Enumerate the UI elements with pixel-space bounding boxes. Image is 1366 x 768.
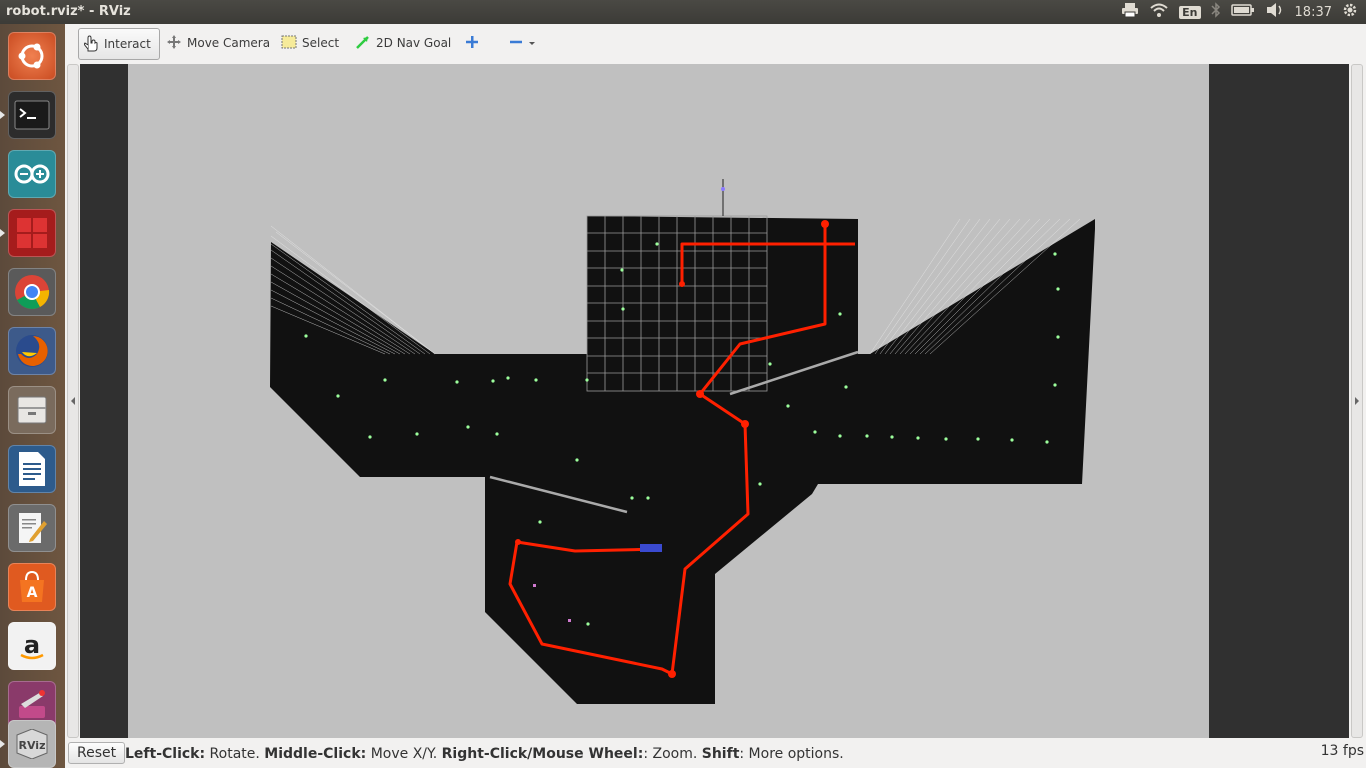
hint-left-value: Rotate. <box>205 746 265 762</box>
hint-right-value: : Zoom. <box>643 746 702 762</box>
chevron-down-icon <box>528 36 536 50</box>
hint-shift-value: : More options. <box>739 746 844 762</box>
rviz-window: Interact Move Camera Select 2D Nav Goal <box>65 24 1366 768</box>
chrome-icon[interactable] <box>8 268 56 316</box>
firefox-icon[interactable] <box>8 327 56 375</box>
hint-middle-key: Middle-Click: <box>264 746 367 762</box>
move-camera-label: Move Camera <box>187 36 271 50</box>
hand-pointer-icon <box>83 34 99 55</box>
arduino-icon[interactable] <box>8 150 56 198</box>
system-tray: En 18:37 <box>1121 2 1358 22</box>
running-indicator <box>0 740 5 748</box>
nav-goal-arrow-icon <box>355 34 371 53</box>
left-panel-splitter[interactable] <box>67 64 79 738</box>
launcher: A a RViz <box>0 24 65 768</box>
move-camera-icon <box>166 34 182 53</box>
battery-icon[interactable] <box>1230 3 1255 21</box>
hint-left-key: Left-Click: <box>125 746 206 762</box>
status-bar: Reset Left-Click: Rotate. Middle-Click: … <box>65 738 1366 768</box>
hint-right-key: Right-Click/Mouse Wheel: <box>441 746 644 762</box>
top-panel: robot.rviz* - RViz En 18:37 <box>0 0 1366 24</box>
nav-goal-tool-button[interactable]: 2D Nav Goal <box>351 28 455 58</box>
wifi-icon[interactable] <box>1149 2 1169 22</box>
remove-tool-button[interactable] <box>505 28 540 58</box>
add-tool-button[interactable] <box>461 28 483 58</box>
running-indicator <box>0 111 5 119</box>
move-camera-tool-button[interactable]: Move Camera <box>162 28 274 58</box>
select-tool-button[interactable]: Select <box>277 28 343 58</box>
files-icon[interactable] <box>8 386 56 434</box>
running-indicator <box>0 229 5 237</box>
clock[interactable]: 18:37 <box>1295 5 1332 20</box>
right-panel-splitter[interactable] <box>1351 64 1363 738</box>
gear-icon[interactable] <box>1342 2 1358 22</box>
plus-icon <box>465 35 479 52</box>
interact-tool-button[interactable]: Interact <box>78 28 160 60</box>
nav-goal-label: 2D Nav Goal <box>376 36 452 50</box>
terminal-icon[interactable] <box>0 91 56 139</box>
svg-text:a: a <box>24 631 40 659</box>
mouse-hint-text: Left-Click: Rotate. Middle-Click: Move X… <box>125 746 844 762</box>
render-view[interactable] <box>80 64 1349 738</box>
chevron-left-icon <box>71 397 75 405</box>
workspace-icon[interactable] <box>0 209 56 257</box>
volume-icon[interactable] <box>1265 2 1285 22</box>
rviz-icon[interactable]: RViz <box>0 720 56 768</box>
select-label: Select <box>302 36 340 50</box>
minus-icon <box>509 35 523 52</box>
interact-label: Interact <box>104 37 151 51</box>
amazon-icon[interactable]: a <box>8 622 56 670</box>
text-editor-icon[interactable] <box>8 504 56 552</box>
fps-counter: 13 fps <box>1320 743 1364 759</box>
software-center-icon[interactable]: A <box>8 563 56 611</box>
keyboard-language-indicator[interactable]: En <box>1179 5 1201 19</box>
reset-button[interactable]: Reset <box>68 742 126 764</box>
chevron-right-icon <box>1355 397 1359 405</box>
svg-text:RViz: RViz <box>19 739 46 752</box>
hint-middle-value: Move X/Y. <box>366 746 442 762</box>
hint-shift-key: Shift <box>701 746 740 762</box>
select-box-icon <box>281 35 297 52</box>
ubuntu-dash-icon[interactable] <box>8 32 56 80</box>
window-title: robot.rviz* - RViz <box>6 4 131 19</box>
writer-icon[interactable] <box>8 445 56 493</box>
bluetooth-icon[interactable] <box>1211 2 1221 22</box>
map-canvas[interactable] <box>80 64 1349 738</box>
printer-icon[interactable] <box>1121 2 1139 22</box>
tools-toolbar: Interact Move Camera Select 2D Nav Goal <box>65 24 1366 64</box>
svg-text:A: A <box>27 585 38 601</box>
